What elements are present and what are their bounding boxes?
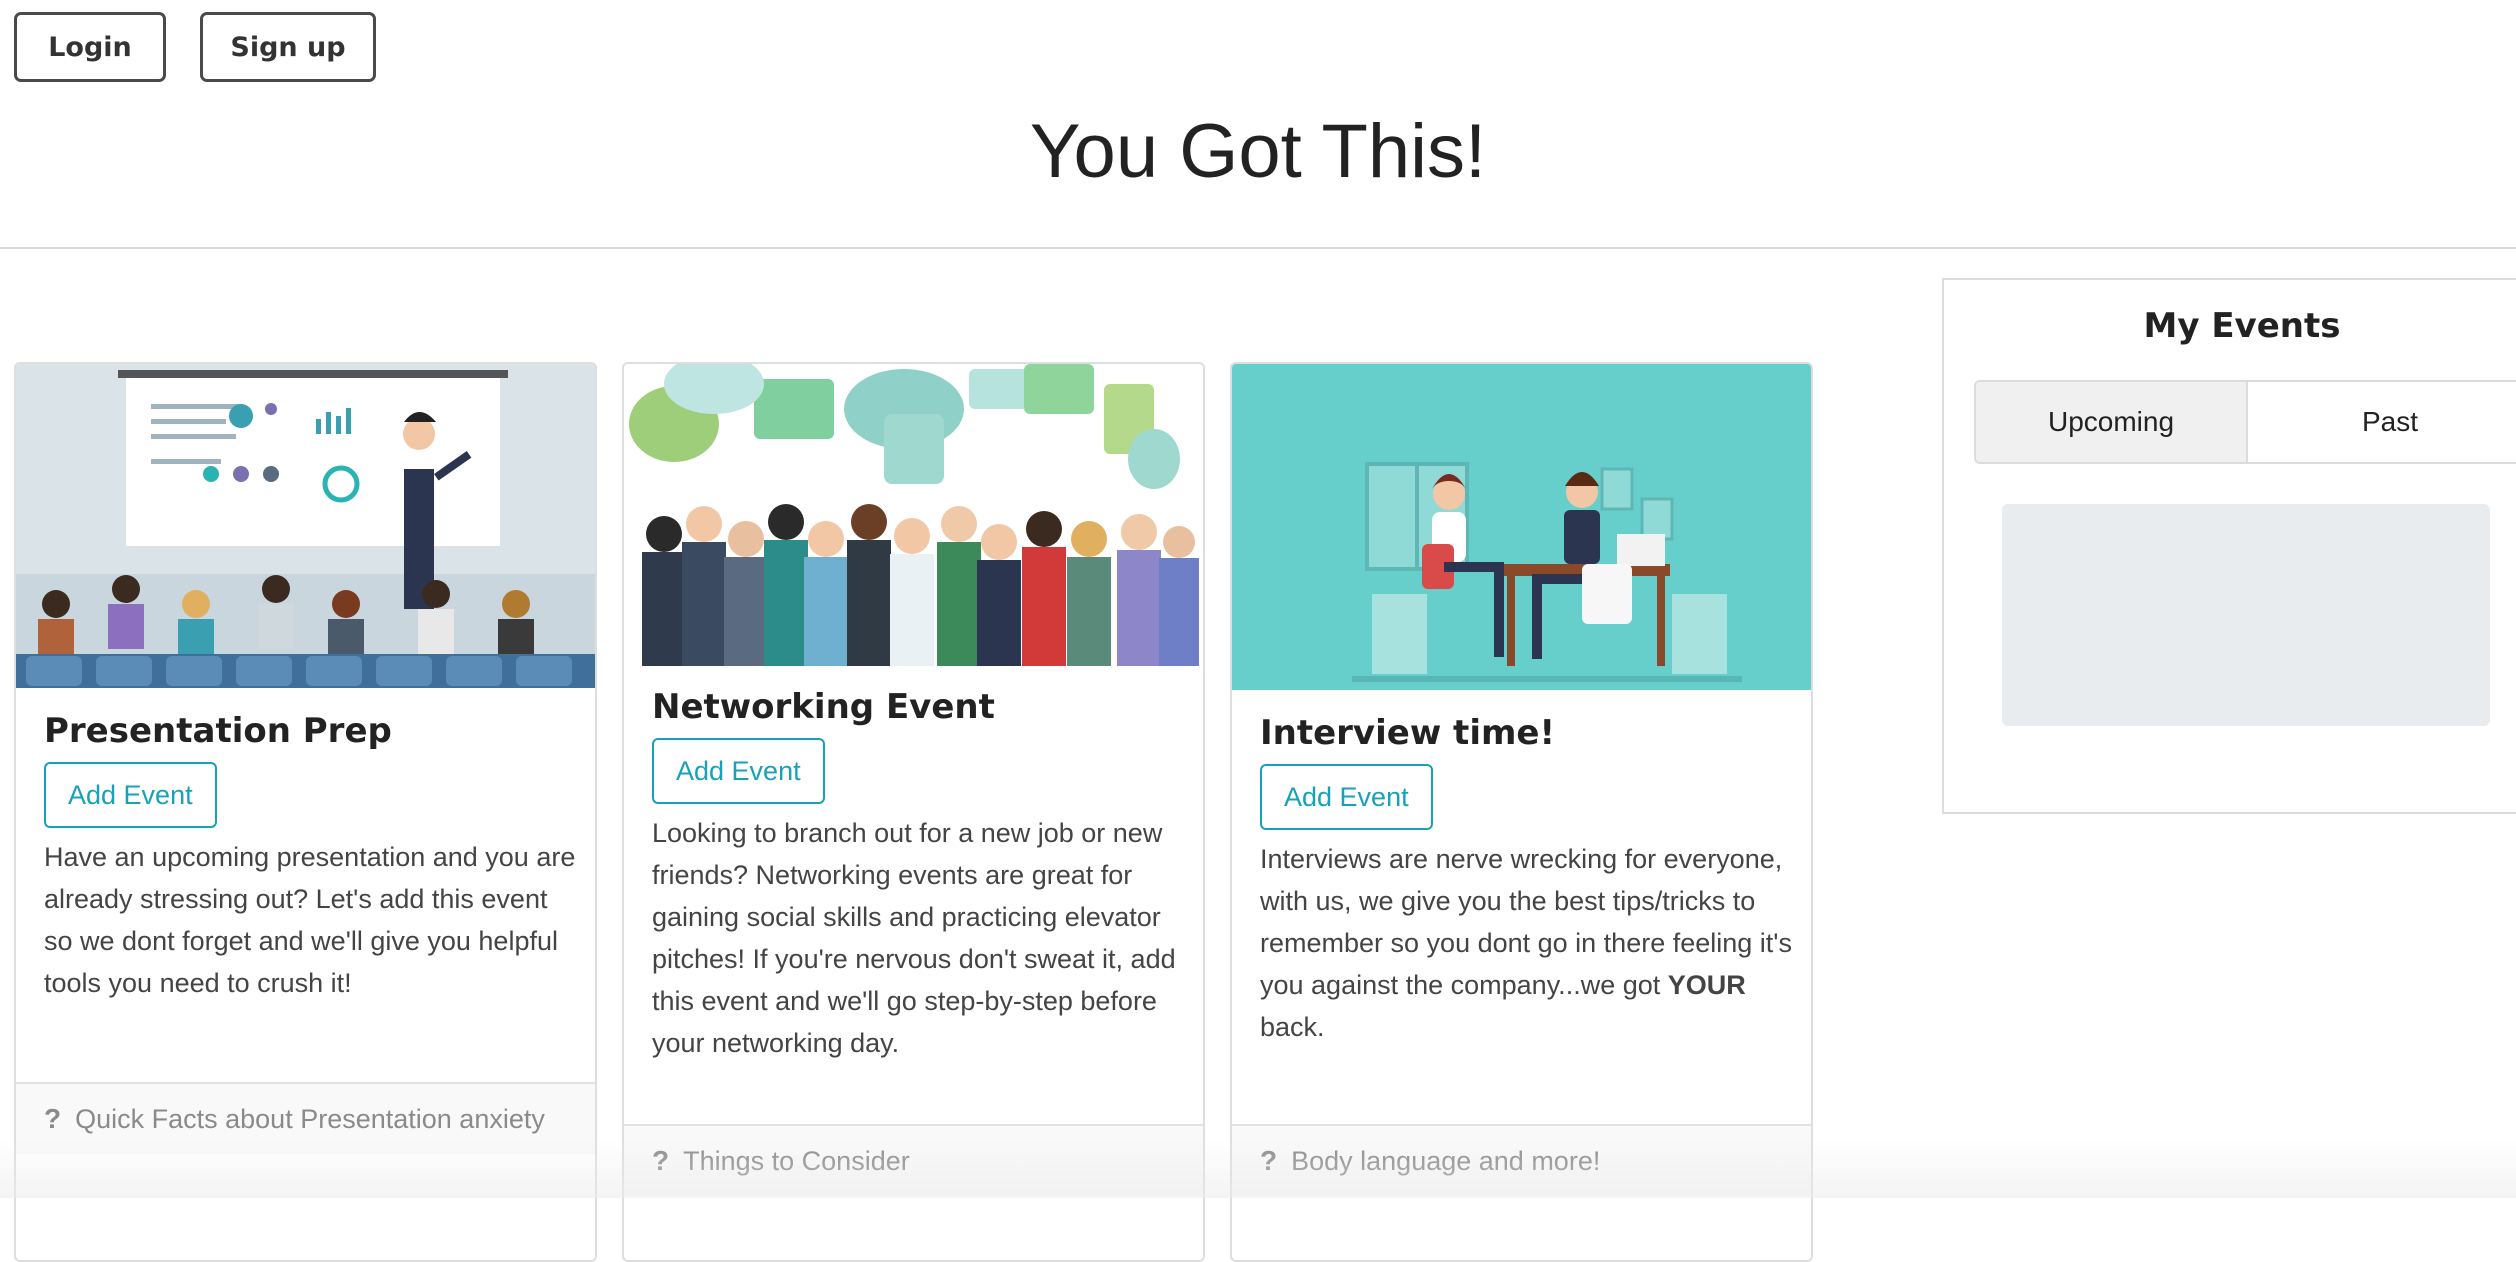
card-description: Have an upcoming presentation and you ar… bbox=[44, 842, 576, 998]
card-title: Networking Event bbox=[652, 687, 995, 727]
events-placeholder bbox=[2002, 504, 2490, 726]
card-title: Interview time! bbox=[1260, 713, 1555, 753]
card-footer-text: Body language and more! bbox=[1291, 1146, 1601, 1176]
page-title: You Got This! bbox=[1029, 109, 1487, 194]
signup-button[interactable]: Sign up bbox=[200, 12, 376, 82]
login-button[interactable]: Login bbox=[14, 12, 166, 82]
card-description: Looking to branch out for a new job or n… bbox=[652, 818, 1176, 1058]
card-footer-text: Things to Consider bbox=[683, 1146, 910, 1176]
event-card-interview: Interview time! Add Event Interviews are… bbox=[1230, 362, 1813, 1262]
card-title: Presentation Prep bbox=[44, 711, 392, 751]
add-event-button[interactable]: Add Event bbox=[44, 762, 217, 828]
interview-illustration bbox=[1232, 364, 1811, 690]
question-icon: ? bbox=[652, 1145, 670, 1176]
card-footer-link[interactable]: ? Body language and more! bbox=[1232, 1124, 1811, 1196]
tab-past[interactable]: Past bbox=[2248, 382, 2516, 462]
card-description: Interviews are nerve wrecking for everyo… bbox=[1260, 838, 1795, 1048]
event-card-networking: Networking Event Add Event Looking to br… bbox=[622, 362, 1205, 1262]
question-icon: ? bbox=[1260, 1145, 1278, 1176]
add-event-button[interactable]: Add Event bbox=[652, 738, 825, 804]
presentation-illustration bbox=[16, 364, 595, 688]
event-card-presentation: Presentation Prep Add Event Have an upco… bbox=[14, 362, 597, 1262]
card-footer-link[interactable]: ? Things to Consider bbox=[624, 1124, 1203, 1196]
card-footer-text: Quick Facts about Presentation anxiety bbox=[75, 1104, 545, 1134]
card-footer-link[interactable]: ? Quick Facts about Presentation anxiety bbox=[16, 1082, 595, 1154]
tab-upcoming[interactable]: Upcoming bbox=[1976, 382, 2248, 462]
my-events-title: My Events bbox=[2143, 306, 2341, 346]
networking-illustration bbox=[624, 364, 1203, 666]
card-description-emphasis: YOUR bbox=[1667, 970, 1746, 1000]
question-icon: ? bbox=[44, 1103, 62, 1134]
my-events-tabs: Upcoming Past bbox=[1974, 380, 2516, 464]
card-description-text: back. bbox=[1260, 1012, 1325, 1042]
add-event-button[interactable]: Add Event bbox=[1260, 764, 1433, 830]
header-divider bbox=[0, 247, 2516, 249]
my-events-panel: My Events Upcoming Past bbox=[1942, 278, 2516, 814]
